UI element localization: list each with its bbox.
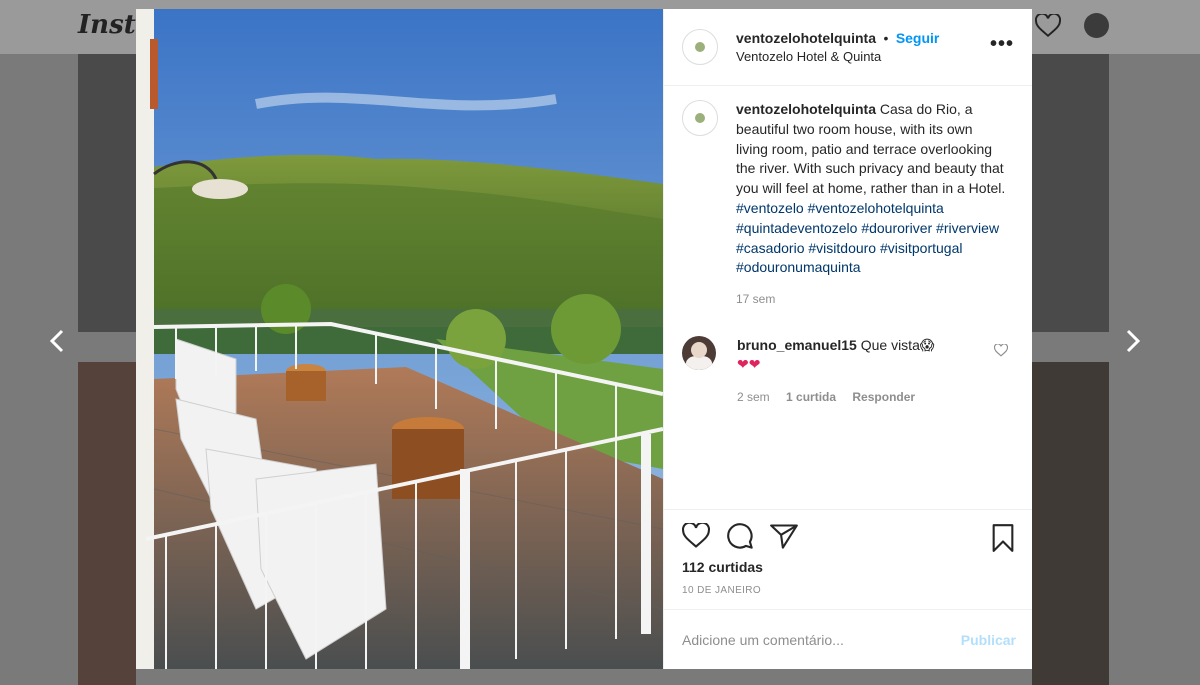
previous-post-arrow[interactable]: [44, 325, 72, 357]
background-grid-tile: [78, 54, 136, 332]
bookmark-icon[interactable]: [990, 524, 1016, 557]
post-photo[interactable]: [136, 9, 663, 669]
caption-username[interactable]: ventozelohotelquinta: [736, 101, 876, 117]
comment-text: Que vista😱: [860, 336, 935, 353]
heart-icon[interactable]: [681, 521, 711, 554]
more-options-icon[interactable]: •••: [990, 34, 1014, 54]
header-username[interactable]: ventozelohotelquinta: [736, 30, 876, 46]
add-comment-bar: Adicione um comentário... Publicar: [664, 609, 1032, 669]
account-avatar[interactable]: [682, 29, 718, 65]
share-icon[interactable]: [770, 523, 798, 554]
background-heart-icon: [1034, 12, 1062, 43]
hotel-logo-icon: [695, 113, 705, 123]
comment-input[interactable]: Adicione um comentário...: [682, 632, 844, 648]
publish-button[interactable]: Publicar: [961, 632, 1016, 648]
post-header: ventozelohotelquinta • Seguir Ventozelo …: [664, 9, 1032, 86]
comment-hearts: ❤❤: [737, 355, 761, 372]
hashtag-link[interactable]: #ventozelo: [736, 200, 804, 216]
hashtag-link[interactable]: #casadorio: [736, 240, 805, 256]
comment-body: bruno_emanuel15 Que vista😱 ❤❤ 2 sem 1 cu…: [737, 336, 957, 407]
chevron-left-icon: [49, 329, 64, 353]
header-location[interactable]: Ventozelo Hotel & Quinta: [736, 48, 939, 66]
hashtag-link[interactable]: #riverview: [936, 220, 999, 236]
post-details-panel: ventozelohotelquinta • Seguir Ventozelo …: [663, 9, 1032, 669]
comment-heart-icon[interactable]: [993, 343, 1009, 362]
background-grid-tile: [1032, 54, 1109, 332]
post-date[interactable]: 10 DE JANEIRO: [682, 585, 1016, 596]
background-grid-tile: [78, 362, 136, 685]
hashtag-link[interactable]: #quintadeventozelo: [736, 220, 857, 236]
hashtag-link[interactable]: #odouronumaquinta: [736, 259, 861, 275]
hashtag-link[interactable]: #douroriver: [861, 220, 932, 236]
hashtag-link[interactable]: #visitdouro: [808, 240, 876, 256]
next-post-arrow[interactable]: [1118, 325, 1146, 357]
hotel-logo-icon: [695, 42, 705, 52]
hashtag-link[interactable]: #visitportugal: [880, 240, 963, 256]
comment-icon[interactable]: [726, 522, 754, 555]
caption-avatar[interactable]: [682, 100, 718, 136]
header-separator: •: [883, 29, 889, 46]
header-text: ventozelohotelquinta • Seguir Ventozelo …: [736, 29, 939, 66]
background-grid-tile: [1032, 362, 1109, 685]
action-icons: [681, 521, 1016, 555]
comment-item: bruno_emanuel15 Que vista😱 ❤❤ 2 sem 1 cu…: [682, 335, 1014, 407]
comment-actions: 2 sem 1 curtida Responder: [737, 388, 957, 407]
caption-hashtags: #ventozelo #ventozelohotelquinta #quinta…: [736, 199, 1006, 278]
commenter-avatar[interactable]: [682, 335, 716, 370]
caption-time[interactable]: 17 sem: [736, 290, 1006, 310]
caption: ventozelohotelquinta Casa do Rio, a beau…: [682, 100, 1014, 310]
comment-likes[interactable]: 1 curtida: [786, 390, 836, 404]
background-avatar: [1084, 13, 1109, 38]
reply-button[interactable]: Responder: [852, 390, 915, 404]
comment-username[interactable]: bruno_emanuel15: [737, 337, 857, 353]
comments-section: ventozelohotelquinta Casa do Rio, a beau…: [664, 86, 1032, 509]
chevron-right-icon: [1126, 329, 1141, 353]
comment-time[interactable]: 2 sem: [737, 390, 770, 404]
post-modal: ventozelohotelquinta • Seguir Ventozelo …: [136, 9, 1032, 669]
follow-button[interactable]: Seguir: [896, 30, 940, 46]
likes-count[interactable]: 112 curtidas: [682, 559, 1016, 575]
caption-body: ventozelohotelquinta Casa do Rio, a beau…: [736, 100, 1006, 310]
hashtag-link[interactable]: #ventozelohotelquinta: [808, 200, 944, 216]
post-actions: 112 curtidas 10 DE JANEIRO: [664, 509, 1032, 609]
